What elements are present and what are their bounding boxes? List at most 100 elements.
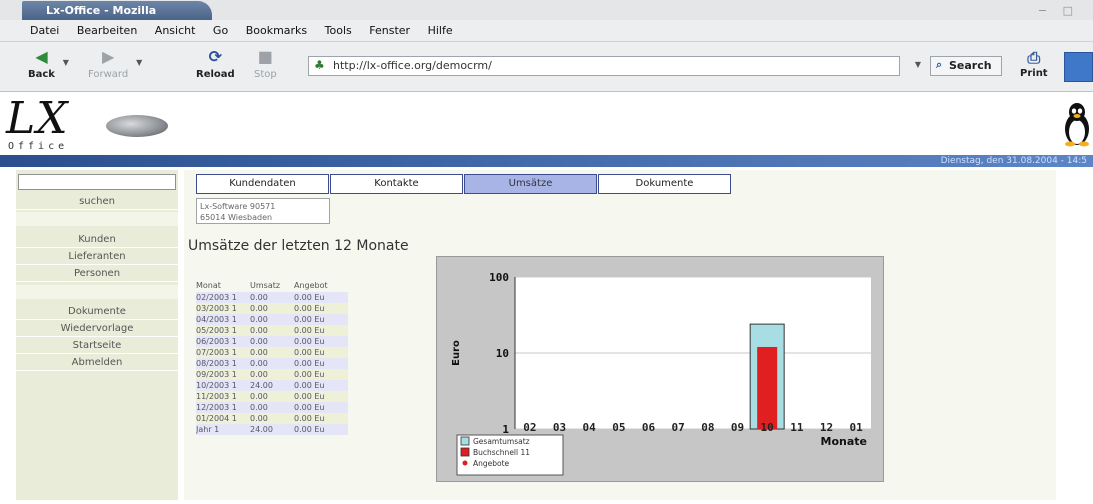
menu-fenster[interactable]: Fenster <box>369 24 410 37</box>
window-controls[interactable]: − □ <box>1038 4 1079 17</box>
cell-monat: 01/2004 1 <box>196 414 237 423</box>
x-tick-label: 11 <box>790 421 804 434</box>
cell-angebot: 0.00 Eu <box>294 337 325 346</box>
tab-kundendaten[interactable]: Kundendaten <box>196 174 329 194</box>
menu-tools[interactable]: Tools <box>325 24 352 37</box>
x-tick-label: 06 <box>642 421 656 434</box>
app-logo: LX <box>6 93 69 144</box>
stop-button[interactable]: ■ Stop <box>254 48 277 81</box>
cell-umsatz: 0.00 <box>250 370 268 379</box>
table-row: 11/2003 1 0.00 0.00 Eu <box>196 391 348 402</box>
cell-monat: 12/2003 1 <box>196 403 237 412</box>
cell-monat: 11/2003 1 <box>196 392 237 401</box>
status-strip: Dienstag, den 31.08.2004 - 14:5 <box>0 155 1093 167</box>
cell-monat: 09/2003 1 <box>196 370 237 379</box>
url-bar[interactable]: ♣ http://lx-office.org/democrm/ ▼ <box>308 56 921 76</box>
menu-item-kunden[interactable]: Kunden <box>16 232 178 248</box>
app-header: LX Office <box>0 93 1093 155</box>
cell-angebot: 0.00 Eu <box>294 326 325 335</box>
cell-monat: 08/2003 1 <box>196 359 237 368</box>
search-button[interactable]: ⌕ Search <box>930 56 1002 76</box>
url-dropdown-icon[interactable]: ▼ <box>915 60 921 69</box>
menu-go[interactable]: Go <box>213 24 228 37</box>
cell-angebot: 0.00 Eu <box>294 403 325 412</box>
legend-entry: Angebote <box>473 459 510 468</box>
table-row: 08/2003 1 0.00 0.00 Eu <box>196 358 348 369</box>
table-row: 01/2004 1 0.00 0.00 Eu <box>196 413 348 424</box>
legend-swatch <box>460 447 470 457</box>
cell-umsatz: 0.00 <box>250 293 268 302</box>
menu-spacer <box>16 285 178 299</box>
x-tick-label: 02 <box>523 421 536 434</box>
x-tick-label: 04 <box>583 421 597 434</box>
menu-item-abmelden[interactable]: Abmelden <box>16 355 178 371</box>
cell-umsatz: 0.00 <box>250 315 268 324</box>
tab-umsaetze[interactable]: Umsätze <box>464 174 597 194</box>
cell-monat: Jahr 1 <box>196 425 220 434</box>
sidebar-toggle-icon[interactable] <box>1064 52 1093 82</box>
x-tick-label: 08 <box>701 421 714 434</box>
reload-button[interactable]: ⟳ Reload <box>196 48 235 81</box>
search-icon: ⌕ <box>936 58 943 71</box>
customer-address-line: 65014 Wiesbaden <box>200 213 273 222</box>
y-tick-label: 100 <box>489 271 509 284</box>
cell-umsatz: 0.00 <box>250 337 268 346</box>
app-logo-subtitle: Office <box>8 141 69 152</box>
cell-monat: 05/2003 1 <box>196 326 237 335</box>
cell-umsatz: 0.00 <box>250 392 268 401</box>
table-row: 04/2003 1 0.00 0.00 Eu <box>196 314 348 325</box>
menu-item-startseite[interactable]: Startseite <box>16 338 178 354</box>
url-text: http://lx-office.org/democrm/ <box>333 59 492 72</box>
tab-kontakte[interactable]: Kontakte <box>330 174 463 194</box>
menu-ansicht[interactable]: Ansicht <box>155 24 196 37</box>
cell-umsatz: 0.00 <box>250 414 268 423</box>
legend-entry: Gesamtumsatz <box>473 437 530 446</box>
y-tick-label: 1 <box>502 423 509 436</box>
chevron-down-icon[interactable]: ▼ <box>136 58 142 67</box>
back-label: Back <box>28 69 55 80</box>
menu-hilfe[interactable]: Hilfe <box>428 24 453 37</box>
menu-item-dokumente[interactable]: Dokumente <box>16 304 178 320</box>
legend-entry: Buchschnell 11 <box>473 448 530 457</box>
logo-disc-icon <box>106 115 168 137</box>
table-row: 02/2003 1 0.00 0.00 Eu <box>196 292 348 303</box>
menu-spacer <box>16 212 178 226</box>
table-row: 05/2003 1 0.00 0.00 Eu <box>196 325 348 336</box>
menu-datei[interactable]: Datei <box>30 24 59 37</box>
x-tick-label: 03 <box>553 421 566 434</box>
cell-umsatz: 24.00 <box>250 425 273 434</box>
cell-umsatz: 24.00 <box>250 381 273 390</box>
menu-bookmarks[interactable]: Bookmarks <box>246 24 307 37</box>
cell-umsatz: 0.00 <box>250 326 268 335</box>
bar-buchschnell <box>757 346 778 429</box>
cell-monat: 03/2003 1 <box>196 304 237 313</box>
column-header-umsatz: Umsatz <box>250 281 281 290</box>
stop-label: Stop <box>254 69 277 80</box>
chevron-down-icon[interactable]: ▼ <box>63 58 69 67</box>
legend-swatch <box>460 436 470 446</box>
menu-item-personen[interactable]: Personen <box>16 266 178 282</box>
cell-umsatz: 0.00 <box>250 348 268 357</box>
tab-dokumente[interactable]: Dokumente <box>598 174 731 194</box>
print-button[interactable]: ⎙ Print <box>1020 48 1048 79</box>
x-tick-label: 07 <box>672 421 685 434</box>
menu-bearbeiten[interactable]: Bearbeiten <box>77 24 137 37</box>
table-row: 10/2003 1 24.00 0.00 Eu <box>196 380 348 391</box>
cell-umsatz: 0.00 <box>250 359 268 368</box>
left-menu: suchen Kunden Lieferanten Personen Dokum… <box>16 170 178 500</box>
cell-monat: 02/2003 1 <box>196 293 237 302</box>
quick-search-input[interactable] <box>18 174 176 190</box>
search-submit-button[interactable]: suchen <box>16 194 178 210</box>
back-button[interactable]: ◀ Back ▼ <box>28 48 69 81</box>
menu-item-wiedervorlage[interactable]: Wiedervorlage <box>16 321 178 337</box>
printer-icon: ⎙ <box>1027 48 1041 67</box>
cell-umsatz: 0.00 <box>250 403 268 412</box>
forward-button[interactable]: ▶ Forward ▼ <box>88 48 142 81</box>
cell-angebot: 0.00 Eu <box>294 370 325 379</box>
x-tick-label: 05 <box>612 421 625 434</box>
table-row: 09/2003 1 0.00 0.00 Eu <box>196 369 348 380</box>
menu-item-lieferanten[interactable]: Lieferanten <box>16 249 178 265</box>
cell-umsatz: 0.00 <box>250 304 268 313</box>
customer-name-line: Lx-Software 90571 <box>200 202 276 211</box>
x-tick-label: 12 <box>820 421 833 434</box>
